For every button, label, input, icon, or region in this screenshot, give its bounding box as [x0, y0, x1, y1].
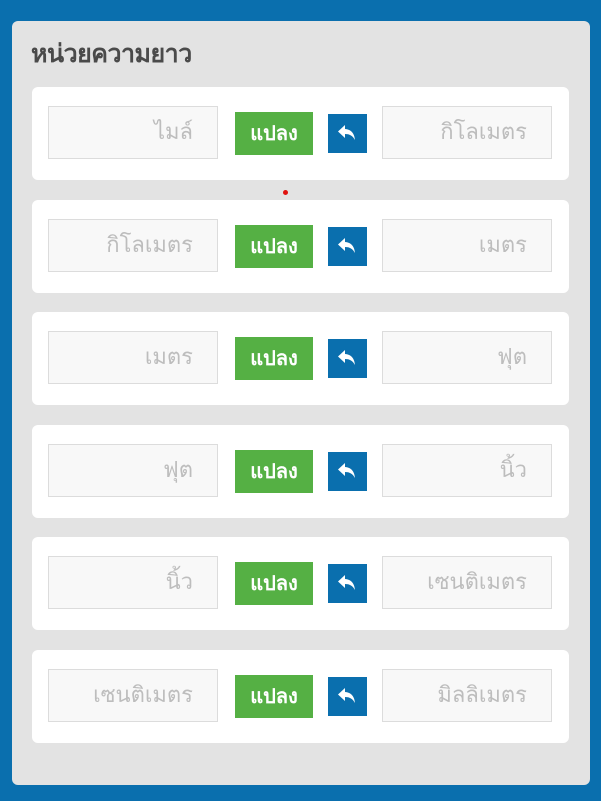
unit-from-field[interactable]: กิโลเมตร: [48, 218, 218, 272]
converter-row: ฟุต แปลง นิ้ว: [32, 424, 569, 518]
unit-to-field[interactable]: ฟุต: [382, 331, 552, 384]
swap-button[interactable]: [328, 114, 367, 153]
reply-arrow-icon: [338, 462, 355, 478]
unit-from-field[interactable]: เซนติเมตร: [48, 668, 218, 722]
converter-row: นิ้ว แปลง เซนติเมตร: [32, 537, 569, 630]
convert-button[interactable]: แปลง: [235, 112, 313, 155]
unit-from-field[interactable]: ฟุต: [48, 443, 218, 497]
converter-row: เมตร แปลง ฟุต: [32, 312, 569, 405]
red-dot-marker: [283, 190, 288, 195]
unit-from-field[interactable]: ไมล์: [48, 106, 218, 159]
reply-arrow-icon: [338, 237, 355, 253]
reply-arrow-icon: [338, 125, 355, 140]
panel-title: หน่วยความยาว: [31, 39, 192, 68]
reply-arrow-icon: [338, 350, 355, 365]
swap-button[interactable]: [328, 339, 367, 378]
unit-to-field[interactable]: กิโลเมตร: [382, 106, 552, 159]
convert-button[interactable]: แปลง: [235, 224, 313, 268]
unit-to-field[interactable]: นิ้ว: [382, 443, 552, 497]
reply-arrow-icon: [338, 575, 355, 590]
unit-to-field[interactable]: เซนติเมตร: [382, 556, 552, 609]
unit-to-field[interactable]: เมตร: [382, 218, 552, 272]
unit-from-field[interactable]: เมตร: [48, 331, 218, 384]
convert-button[interactable]: แปลง: [235, 674, 313, 718]
converter-row: เซนติเมตร แปลง มิลลิเมตร: [32, 649, 569, 743]
swap-button[interactable]: [328, 226, 367, 266]
converter-row: ไมล์ แปลง กิโลเมตร: [32, 87, 569, 180]
convert-button[interactable]: แปลง: [235, 337, 313, 380]
swap-button[interactable]: [328, 564, 367, 603]
convert-button[interactable]: แปลง: [235, 449, 313, 493]
convert-button[interactable]: แปลง: [235, 562, 313, 605]
unit-to-field[interactable]: มิลลิเมตร: [382, 668, 552, 722]
unit-from-field[interactable]: นิ้ว: [48, 556, 218, 609]
swap-button[interactable]: [328, 676, 367, 716]
converter-row: กิโลเมตร แปลง เมตร: [32, 199, 569, 293]
swap-button[interactable]: [328, 451, 367, 491]
reply-arrow-icon: [338, 687, 355, 703]
converter-list: ไมล์ แปลง กิโลเมตร กิโลเมตร แปลง เมตร เม…: [32, 87, 569, 762]
length-units-panel: หน่วยความยาว ไมล์ แปลง กิโลเมตร กิโลเมตร…: [12, 21, 590, 785]
